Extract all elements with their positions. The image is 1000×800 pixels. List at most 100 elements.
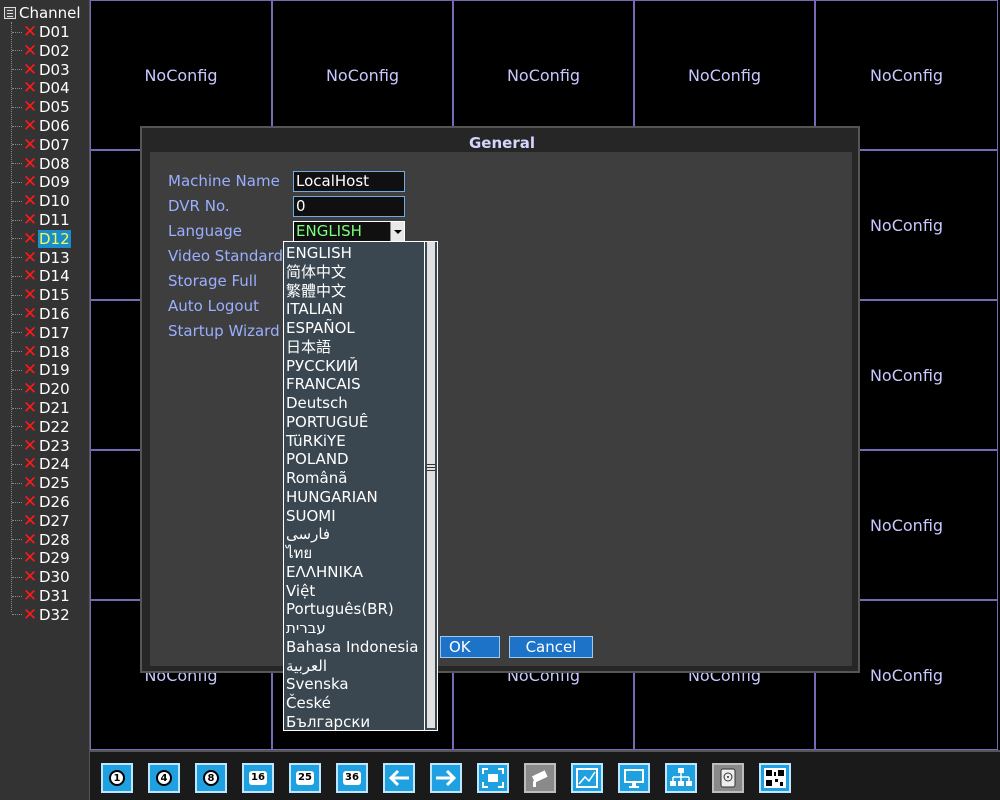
channel-label: D25 (39, 474, 70, 493)
channel-item[interactable]: ✕ D09 (12, 173, 71, 191)
channel-item[interactable]: ✕ D03 (12, 61, 71, 79)
split-4-button[interactable]: 4 (148, 763, 180, 793)
tree-connector (12, 369, 22, 371)
tree-connector (12, 31, 22, 33)
camera-control-button[interactable] (524, 763, 556, 793)
language-option[interactable]: Românã (286, 469, 347, 487)
channel-item[interactable]: ✕ D14 (12, 267, 71, 285)
disconnected-icon: ✕ (22, 40, 38, 61)
channel-item[interactable]: ✕ D13 (12, 249, 71, 267)
language-select[interactable]: ENGLISH (293, 221, 405, 242)
language-option[interactable]: 繁體中文 (286, 282, 346, 300)
language-option[interactable]: ESPAÑOL (286, 319, 355, 337)
channel-item[interactable]: ✕ D31 (12, 587, 71, 605)
machine-name-input[interactable]: LocalHost (293, 171, 405, 192)
hdd-button[interactable] (712, 763, 744, 793)
chart-button[interactable] (571, 763, 603, 793)
split-8-button[interactable]: 8 (195, 763, 227, 793)
language-option[interactable]: РУССКИЙ (286, 357, 358, 375)
channel-item[interactable]: ✕ D20 (12, 380, 71, 398)
channel-label: D10 (39, 192, 70, 211)
disconnected-icon: ✕ (22, 247, 38, 268)
fullscreen-button[interactable] (477, 763, 509, 793)
split-25-button[interactable]: 25 (289, 763, 321, 793)
language-option[interactable]: Bahasa Indonesia (286, 638, 419, 656)
language-option[interactable]: Български (286, 713, 370, 731)
language-option[interactable]: TüRKiYE (286, 432, 346, 450)
split-1-button[interactable]: 1 (101, 763, 133, 793)
language-option[interactable]: Português(BR) (286, 600, 394, 618)
language-option[interactable]: ΕΛΛΗΝΙΚΑ (286, 563, 363, 581)
channel-item[interactable]: ✕ D24 (12, 455, 71, 473)
channel-item[interactable]: ✕ D25 (12, 474, 71, 492)
language-option[interactable]: České (286, 694, 331, 712)
channel-item[interactable]: ✕ D16 (12, 305, 71, 323)
language-option[interactable]: POLAND (286, 450, 349, 468)
channel-item[interactable]: ✕ D19 (12, 361, 71, 379)
channel-item[interactable]: ✕ D23 (12, 437, 71, 455)
network-button[interactable] (665, 763, 697, 793)
language-option[interactable]: ITALIAN (286, 300, 343, 318)
ok-button[interactable]: OK (440, 636, 500, 658)
channel-label: D24 (39, 455, 70, 474)
next-icon (436, 769, 457, 787)
language-option[interactable]: العربية (286, 657, 327, 675)
language-option[interactable]: Việt (286, 582, 315, 600)
channel-header[interactable]: Channel (4, 4, 81, 22)
language-option[interactable]: 简体中文 (286, 263, 346, 281)
cancel-button[interactable]: Cancel (509, 636, 593, 658)
qrcode-button[interactable] (759, 763, 791, 793)
channel-item[interactable]: ✕ D01 (12, 23, 71, 41)
language-option[interactable]: ไทย (286, 544, 312, 562)
disconnected-icon: ✕ (22, 78, 38, 99)
channel-item[interactable]: ✕ D28 (12, 531, 71, 549)
monitor-button[interactable] (618, 763, 650, 793)
dvr-no-input[interactable]: 0 (293, 196, 405, 217)
language-option[interactable]: PORTUGUÊ (286, 413, 368, 431)
language-option[interactable]: HUNGARIAN (286, 488, 378, 506)
channel-item[interactable]: ✕ D17 (12, 324, 71, 342)
video-cell-status: NoConfig (506, 65, 581, 85)
channel-item[interactable]: ✕ D05 (12, 98, 71, 116)
channel-item[interactable]: ✕ D04 (12, 79, 71, 97)
language-option[interactable]: ENGLISH (286, 244, 352, 262)
video-cell-status: NoConfig (869, 365, 944, 385)
dropdown-scrollbar[interactable] (424, 242, 437, 730)
language-option[interactable]: فارسی (286, 525, 330, 543)
channel-item[interactable]: ✕ D30 (12, 568, 71, 586)
prev-button[interactable] (383, 763, 415, 793)
scrollbar-track[interactable] (427, 242, 435, 728)
channel-item[interactable]: ✕ D06 (12, 117, 71, 135)
channel-item[interactable]: ✕ D12 (12, 229, 71, 248)
channel-item[interactable]: ✕ D18 (12, 343, 71, 361)
chevron-down-icon[interactable] (390, 222, 404, 241)
channel-item[interactable]: ✕ D07 (12, 136, 71, 154)
language-option[interactable]: FRANCAIS (286, 375, 361, 393)
next-button[interactable] (430, 763, 462, 793)
channel-item[interactable]: ✕ D15 (12, 286, 71, 304)
language-option[interactable]: עברית (286, 619, 326, 637)
channel-item[interactable]: ✕ D32 (12, 606, 71, 624)
split-16-button[interactable]: 16 (242, 763, 274, 793)
language-option[interactable]: 日本語 (286, 338, 331, 356)
storage-full-label: Storage Full (168, 272, 258, 290)
channel-item[interactable]: ✕ D11 (12, 211, 71, 229)
language-dropdown[interactable]: ENGLISH 简体中文 繁體中文 ITALIAN ESPAÑOL 日本語 РУССКИЙ F… (283, 241, 438, 731)
tree-connector (12, 163, 22, 165)
split-1-label: 1 (109, 770, 125, 786)
split-36-button[interactable]: 36 (336, 763, 368, 793)
channel-item[interactable]: ✕ D22 (12, 418, 71, 436)
language-option[interactable]: SUOMI (286, 507, 336, 525)
channel-label: D18 (39, 342, 70, 361)
language-option[interactable]: Svenska (286, 675, 349, 693)
channel-item[interactable]: ✕ D10 (12, 192, 71, 210)
channel-item[interactable]: ✕ D02 (12, 42, 71, 60)
channel-item[interactable]: ✕ D27 (12, 512, 71, 530)
channel-item[interactable]: ✕ D08 (12, 155, 71, 173)
channel-item[interactable]: ✕ D26 (12, 493, 71, 511)
disconnected-icon: ✕ (22, 454, 38, 475)
channel-item[interactable]: ✕ D21 (12, 399, 71, 417)
scrollbar-thumb[interactable] (425, 462, 437, 474)
channel-item[interactable]: ✕ D29 (12, 549, 71, 567)
language-option[interactable]: Deutsch (286, 394, 348, 412)
